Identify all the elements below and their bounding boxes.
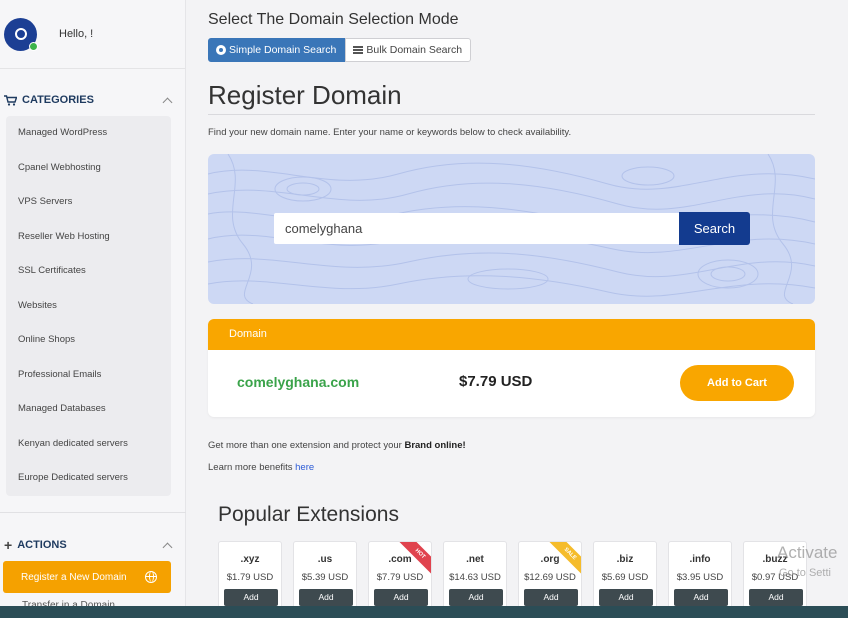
simple-domain-search-tab[interactable]: Simple Domain Search — [208, 38, 346, 62]
bulk-domain-search-tab[interactable]: Bulk Domain Search — [345, 38, 472, 62]
category-item[interactable]: Websites — [6, 289, 171, 324]
categories-header[interactable]: CATEGORIES — [0, 91, 185, 109]
extension-price: $14.63 USD — [449, 572, 501, 583]
category-item[interactable]: Online Shops — [6, 323, 171, 358]
promo-text-start: Get more than one extension and protect … — [208, 440, 405, 451]
extension-name: .xyz — [240, 554, 260, 565]
page-title: Register Domain — [208, 80, 402, 110]
user-box: Hello, ! — [0, 0, 185, 69]
bulk-domain-search-label: Bulk Domain Search — [366, 44, 463, 56]
extension-add-button[interactable]: Add — [674, 589, 728, 606]
add-to-cart-button[interactable]: Add to Cart — [680, 365, 794, 401]
mode-tabs: Simple Domain Search Bulk Domain Search — [208, 38, 472, 62]
search-hero: Search — [208, 154, 815, 304]
divider — [208, 114, 815, 115]
extension-add-button[interactable]: Add — [374, 589, 428, 606]
activation-watermark: Activate — [777, 543, 838, 562]
register-new-domain-label: Register a New Domain — [21, 571, 127, 583]
extension-add-button[interactable]: Add — [299, 589, 353, 606]
category-item[interactable]: Reseller Web Hosting — [6, 220, 171, 255]
category-item[interactable]: SSL Certificates — [6, 254, 171, 289]
extension-add-button[interactable]: Add — [599, 589, 653, 606]
plus-icon: + — [4, 537, 13, 553]
extension-price: $7.79 USD — [376, 572, 424, 583]
actions-title: ACTIONS — [17, 539, 67, 551]
category-item[interactable]: VPS Servers — [6, 185, 171, 220]
category-item[interactable]: Managed WordPress — [6, 116, 171, 151]
extension-name: .info — [689, 554, 711, 565]
sidebar: Hello, ! CATEGORIES Managed WordPress Cp… — [0, 0, 186, 618]
result-price: $7.79 USD — [459, 373, 533, 390]
category-item[interactable]: Europe Dedicated servers — [6, 461, 171, 496]
activation-watermark-sub: Go to Setti — [779, 567, 831, 579]
user-face-icon — [14, 28, 27, 40]
register-new-domain-button[interactable]: Register a New Domain — [3, 561, 171, 593]
extension-price: $5.69 USD — [601, 572, 649, 583]
category-item[interactable]: Kenyan dedicated servers — [6, 427, 171, 462]
actions-header[interactable]: + ACTIONS — [0, 536, 185, 554]
chevron-up-icon[interactable] — [162, 542, 173, 552]
extension-name: .biz — [616, 554, 634, 565]
category-item[interactable]: Cpanel Webhosting — [6, 151, 171, 186]
result-domain-name: comelyghana.com — [237, 374, 360, 390]
divider — [0, 512, 186, 513]
categories-title: CATEGORIES — [22, 94, 94, 106]
globe-icon — [216, 45, 226, 55]
promo-text-bold: Brand online! — [404, 440, 466, 451]
category-list: Managed WordPress Cpanel Webhosting VPS … — [6, 116, 171, 496]
main-content: Select The Domain Selection Mode Simple … — [186, 0, 848, 618]
cart-icon — [4, 94, 17, 106]
extension-add-button[interactable]: Add — [449, 589, 503, 606]
extension-price: $1.79 USD — [226, 572, 274, 583]
category-item[interactable]: Managed Databases — [6, 392, 171, 427]
domain-search-input[interactable] — [274, 213, 679, 244]
extension-name: .net — [466, 554, 484, 565]
popular-extensions-title: Popular Extensions — [218, 503, 399, 526]
domain-result-card: Domain comelyghana.com $7.79 USD Add to … — [208, 319, 815, 417]
chevron-up-icon[interactable] — [162, 97, 173, 107]
simple-domain-search-label: Simple Domain Search — [229, 44, 337, 56]
extension-add-button[interactable]: Add — [524, 589, 578, 606]
extension-price: $3.95 USD — [676, 572, 724, 583]
search-button[interactable]: Search — [679, 212, 750, 245]
category-item[interactable]: Professional Emails — [6, 358, 171, 393]
extension-add-button[interactable]: Add — [224, 589, 278, 606]
learn-more-link[interactable]: here — [295, 462, 314, 473]
page-subtitle: Find your new domain name. Enter your na… — [208, 127, 572, 138]
promo-text: Get more than one extension and protect … — [208, 440, 466, 451]
extension-add-button[interactable]: Add — [749, 589, 803, 606]
learn-more-text: Learn more benefits here — [208, 462, 314, 473]
extension-name: .us — [317, 554, 333, 565]
taskbar — [0, 606, 848, 618]
avatar[interactable] — [4, 17, 38, 51]
domain-result-header: Domain — [208, 319, 815, 350]
extension-price: $5.39 USD — [301, 572, 349, 583]
globe-icon — [145, 571, 157, 583]
list-icon — [353, 46, 364, 54]
mode-title: Select The Domain Selection Mode — [208, 11, 459, 28]
user-greeting: Hello, ! — [59, 28, 94, 40]
extension-price: $12.69 USD — [524, 572, 576, 583]
learn-more-label: Learn more benefits — [208, 462, 296, 473]
online-status-dot — [29, 41, 38, 51]
